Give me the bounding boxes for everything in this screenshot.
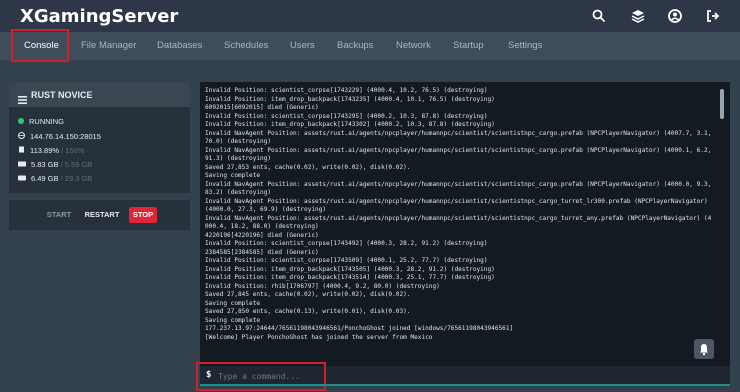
stop-button[interactable]: STOP bbox=[129, 207, 157, 223]
console-output: Invalid Position: scientist_corpse[17432… bbox=[205, 87, 713, 363]
console-line: Invalid Position: rhib[1706797] (4000.4,… bbox=[205, 282, 440, 290]
cpu-icon bbox=[18, 146, 25, 155]
console-line: Invalid Position: item_drop_backpack[174… bbox=[205, 274, 495, 281]
console-line: Invalid Position: item_drop_backpack[174… bbox=[205, 265, 495, 273]
console-line: Invalid NavAgent Position: assets/rust.a… bbox=[205, 214, 712, 231]
network-icon bbox=[18, 132, 25, 141]
console-line: Invalid Position: item_drop_backpack[174… bbox=[205, 95, 495, 103]
console-line: Saved 27,850 ents, cache(0.13), write(0.… bbox=[205, 308, 411, 315]
tab-settings[interactable]: Settings bbox=[508, 32, 542, 60]
console-line: Invalid Position: scientist_corpse[17432… bbox=[205, 87, 488, 94]
memory-usage: 5.83 GB bbox=[31, 160, 59, 169]
console-line: [Welcome] Player PonchoGhost has joined … bbox=[205, 333, 433, 341]
console-tab-highlight bbox=[11, 29, 69, 62]
console-panel: Invalid Position: scientist_corpse[17432… bbox=[200, 82, 730, 386]
console-line: Saved 27,853 ents, cache(0.02), write(0.… bbox=[205, 163, 411, 171]
console-line: Invalid Position: scientist_corpse[17432… bbox=[205, 112, 488, 120]
console-line: Invalid Position: scientist_corpse[17435… bbox=[205, 257, 488, 264]
console-line: Invalid Position: item_drop_backpack[174… bbox=[205, 121, 495, 128]
cpu-usage: 113.89% bbox=[30, 146, 60, 155]
address-row: 144.76.14.150:28015 bbox=[18, 132, 101, 141]
console-line: Invalid NavAgent Position: assets/rust.a… bbox=[205, 129, 712, 146]
console-line: 2384585[2384585] died (Generic) bbox=[205, 248, 319, 256]
console-line: Saving complete bbox=[205, 172, 261, 179]
console-line: 6092015[6092015] died (Generic) bbox=[205, 104, 319, 111]
tab-users[interactable]: Users bbox=[290, 32, 315, 60]
console-line: Invalid NavAgent Position: assets/rust.a… bbox=[205, 180, 712, 197]
running-status-icon bbox=[18, 118, 24, 124]
server-address[interactable]: 144.76.14.150:28015 bbox=[30, 132, 101, 141]
server-info-card: RUST NOVICE RUNNING 144.76.14.150:28015 … bbox=[9, 83, 190, 193]
server-status: RUNNING bbox=[29, 117, 64, 126]
search-icon[interactable] bbox=[591, 8, 607, 24]
console-line: Saving complete bbox=[205, 316, 261, 324]
console-line: Saved 27,845 ents, cache(0.02), write(0.… bbox=[205, 291, 411, 298]
console-line: 4220196[4220196] died (Generic) bbox=[205, 231, 319, 239]
tab-file-manager[interactable]: File Manager bbox=[81, 32, 136, 60]
logout-icon[interactable] bbox=[705, 8, 721, 24]
scroll-to-bottom-button[interactable] bbox=[694, 339, 714, 359]
command-input-highlight bbox=[196, 362, 326, 391]
top-bar: XGamingServer bbox=[0, 0, 740, 32]
tab-network[interactable]: Network bbox=[396, 32, 431, 60]
console-line: Invalid NavAgent Position: assets/rust.a… bbox=[205, 197, 712, 214]
server-list-icon bbox=[18, 91, 27, 109]
layers-icon[interactable] bbox=[630, 8, 646, 24]
console-scrollbar[interactable] bbox=[720, 89, 724, 119]
server-name: RUST NOVICE bbox=[31, 90, 93, 100]
console-bottom-accent bbox=[200, 384, 730, 386]
cpu-row: 113.89% / 150% bbox=[18, 146, 85, 155]
tab-schedules[interactable]: Schedules bbox=[224, 32, 268, 60]
console-line: 177.237.13.97:24644/76561198043946561/Po… bbox=[205, 325, 514, 332]
console-line: Saving complete bbox=[205, 299, 261, 307]
console-line: Invalid NavAgent Position: assets/rust.a… bbox=[205, 146, 712, 163]
server-nav: Console File Manager Databases Schedules… bbox=[0, 32, 740, 60]
cpu-limit: / 150% bbox=[61, 146, 85, 155]
account-icon[interactable] bbox=[667, 8, 683, 24]
server-card-header: RUST NOVICE bbox=[9, 83, 190, 107]
disk-limit: / 29.3 GB bbox=[60, 174, 93, 183]
status-row: RUNNING bbox=[18, 117, 64, 126]
bell-icon bbox=[700, 344, 708, 356]
power-controls: START RESTART STOP bbox=[9, 200, 190, 230]
tab-backups[interactable]: Backups bbox=[337, 32, 373, 60]
start-button[interactable]: START bbox=[43, 207, 75, 223]
disk-icon bbox=[18, 174, 26, 183]
disk-usage: 6.49 GB bbox=[31, 174, 59, 183]
memory-limit: / 5.59 GB bbox=[60, 160, 93, 169]
tab-startup[interactable]: Startup bbox=[453, 32, 484, 60]
memory-icon bbox=[18, 160, 26, 169]
tab-databases[interactable]: Databases bbox=[157, 32, 202, 60]
disk-row: 6.49 GB / 29.3 GB bbox=[18, 174, 92, 183]
restart-button[interactable]: RESTART bbox=[82, 207, 122, 223]
console-line: Invalid Position: scientist_corpse[17434… bbox=[205, 240, 488, 247]
memory-row: 5.83 GB / 5.59 GB bbox=[18, 160, 92, 169]
brand-name[interactable]: XGamingServer bbox=[20, 6, 178, 27]
